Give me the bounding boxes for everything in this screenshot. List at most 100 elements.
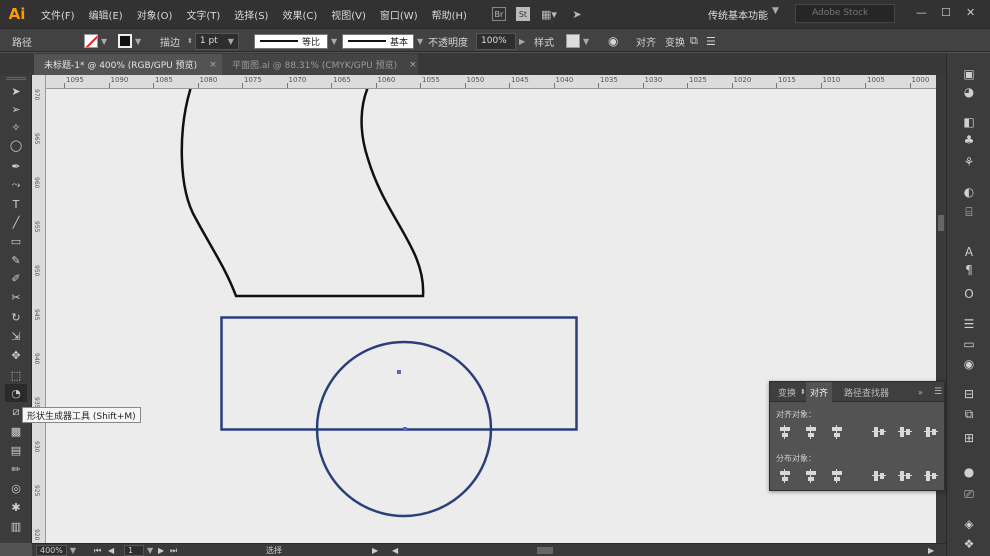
- type-tool-icon[interactable]: T: [5, 195, 27, 213]
- tab-align[interactable]: 对齐: [806, 382, 833, 402]
- transform-button[interactable]: 变换: [665, 29, 685, 53]
- pathfinder-icon[interactable]: ⧉: [959, 405, 979, 423]
- color-guide-icon[interactable]: ▣: [959, 65, 979, 83]
- vase-path[interactable]: [180, 89, 425, 298]
- opacity-label[interactable]: 不透明度: [428, 29, 468, 53]
- close-icon[interactable]: ×: [409, 60, 417, 70]
- chevron-down-icon[interactable]: ▼: [70, 546, 76, 555]
- close-icon[interactable]: ×: [209, 60, 217, 70]
- panel-menu-icon[interactable]: ☰: [706, 29, 716, 53]
- fill-swatch[interactable]: ▼: [84, 29, 107, 53]
- chevron-down-icon[interactable]: ▼: [147, 546, 153, 555]
- stock-icon[interactable]: St: [515, 7, 530, 21]
- distribute-top-icon[interactable]: [778, 469, 792, 483]
- stroke-weight-field[interactable]: 1 pt ▼: [194, 32, 239, 50]
- magic-wand-tool-icon[interactable]: ✧: [5, 118, 27, 136]
- align-right-icon[interactable]: [830, 425, 844, 439]
- gpu-performance-icon[interactable]: ➤: [568, 6, 586, 22]
- opacity-field[interactable]: 100% ▶: [476, 29, 525, 53]
- arrange-documents-icon[interactable]: ▦▾: [540, 6, 558, 22]
- artboard-value[interactable]: 1: [124, 545, 144, 556]
- workspace-switcher[interactable]: 传统基本功能: [708, 7, 768, 22]
- menu-item[interactable]: 对象(O): [130, 7, 180, 22]
- align-horizontal-center-icon[interactable]: [804, 425, 818, 439]
- stroke-swatch[interactable]: ▼: [118, 29, 141, 53]
- menu-item[interactable]: 视图(V): [324, 7, 373, 22]
- scale-tool-icon[interactable]: ⇲: [5, 327, 27, 345]
- scroll-left-icon[interactable]: ◀: [392, 544, 398, 556]
- brushes-icon[interactable]: ◧: [959, 113, 979, 131]
- panel-menu-icon[interactable]: ☰: [930, 382, 946, 402]
- free-transform-tool-icon[interactable]: ⬚: [5, 366, 27, 384]
- scroll-thumb[interactable]: [938, 215, 944, 231]
- distribute-right-icon[interactable]: [924, 469, 938, 483]
- character-icon[interactable]: A: [959, 243, 979, 261]
- stock-search-input[interactable]: Adobe Stock: [795, 4, 895, 23]
- maximize-icon[interactable]: ☐: [941, 6, 951, 19]
- appearance-icon[interactable]: ◐: [959, 183, 979, 201]
- rectangle-tool-icon[interactable]: ▭: [5, 232, 27, 250]
- chevron-right-icon[interactable]: ▶: [372, 544, 378, 556]
- menu-item[interactable]: 编辑(E): [82, 7, 130, 22]
- distribute-bottom-icon[interactable]: [830, 469, 844, 483]
- stepper-icon[interactable]: ⬍: [187, 37, 193, 45]
- bridge-icon[interactable]: Br: [491, 7, 506, 21]
- panel-grip[interactable]: [6, 77, 26, 80]
- align-button[interactable]: 对齐: [636, 29, 656, 53]
- blend-tool-icon[interactable]: ◎: [5, 479, 27, 497]
- chevron-right-icon[interactable]: ▶: [519, 37, 525, 46]
- menu-item[interactable]: 文字(T): [179, 7, 227, 22]
- artboards-icon[interactable]: ◈: [959, 515, 979, 533]
- swatches-icon[interactable]: ◕: [959, 83, 979, 101]
- artboard-number[interactable]: 1 ▼: [124, 544, 153, 556]
- close-icon[interactable]: ✕: [966, 6, 975, 19]
- paragraph-icon[interactable]: ¶: [959, 261, 979, 279]
- color-icon[interactable]: ●: [959, 463, 979, 481]
- minimize-icon[interactable]: —: [916, 6, 927, 19]
- graphic-style-swatch[interactable]: ▼: [566, 29, 589, 53]
- rotate-tool-icon[interactable]: ↻: [5, 308, 27, 326]
- zoom-field[interactable]: 400% ▼: [36, 544, 76, 556]
- image-trace-icon[interactable]: ⎚: [959, 485, 979, 503]
- align-top-icon[interactable]: [872, 425, 886, 439]
- align-vertical-center-icon[interactable]: [898, 425, 912, 439]
- isolate-icon[interactable]: ⧉: [690, 29, 698, 53]
- stroke-icon[interactable]: ☰: [959, 315, 979, 333]
- pen-tool-icon[interactable]: ✒: [5, 157, 27, 175]
- shape-builder-tool-icon[interactable]: ◔: [5, 384, 27, 402]
- previous-artboard-icon[interactable]: ◀: [108, 544, 114, 556]
- brush-definition[interactable]: 基本 ▼: [342, 29, 423, 53]
- transform-icon[interactable]: ⊞: [959, 429, 979, 447]
- curvature-tool-icon[interactable]: ⤳: [5, 176, 27, 194]
- distribute-vertical-center-icon[interactable]: [804, 469, 818, 483]
- stroke-weight-stepper[interactable]: ⬍ 1 pt ▼: [187, 29, 239, 53]
- align-icon[interactable]: ⊟: [959, 385, 979, 403]
- scissors-tool-icon[interactable]: ✂: [5, 288, 27, 306]
- zoom-value[interactable]: 400%: [36, 545, 67, 556]
- next-artboard-icon[interactable]: ▶: [158, 544, 164, 556]
- direct-selection-tool-icon[interactable]: ➢: [5, 100, 27, 118]
- collapse-icon[interactable]: »: [914, 382, 927, 402]
- symbols-icon[interactable]: ♣: [959, 131, 979, 149]
- tab-pathfinder[interactable]: 路径查找器: [840, 382, 893, 402]
- selection-tool-icon[interactable]: ➤: [5, 82, 27, 100]
- opacity-value[interactable]: 100%: [476, 32, 516, 50]
- tab-floorplan[interactable]: 平面图.ai @ 88.31% (CMYK/GPU 预览) ×: [222, 54, 418, 75]
- symbol-sprayer-tool-icon[interactable]: ✱: [5, 498, 27, 516]
- menu-item[interactable]: 选择(S): [227, 7, 275, 22]
- libraries-icon[interactable]: ❖: [959, 535, 979, 553]
- gradient-icon[interactable]: ▭: [959, 335, 979, 353]
- puppet-warp-tool-icon[interactable]: ✥: [5, 346, 27, 364]
- distribute-left-icon[interactable]: [872, 469, 886, 483]
- graphic-styles-icon[interactable]: ⚘: [959, 153, 979, 171]
- menu-item[interactable]: 帮助(H): [425, 7, 474, 22]
- menu-item[interactable]: 窗口(W): [373, 7, 425, 22]
- eyedropper-tool-icon[interactable]: ✏: [5, 460, 27, 478]
- variable-width-profile[interactable]: 等比 ▼: [254, 29, 337, 53]
- chevron-down-icon[interactable]: ▼: [772, 6, 779, 16]
- horizontal-scroll-thumb[interactable]: [537, 547, 553, 554]
- stroke-label[interactable]: 描边: [160, 29, 180, 53]
- align-bottom-icon[interactable]: [924, 425, 938, 439]
- gradient-tool-icon[interactable]: ▤: [5, 441, 27, 459]
- tab-transform[interactable]: 变换 ⬍: [774, 382, 810, 402]
